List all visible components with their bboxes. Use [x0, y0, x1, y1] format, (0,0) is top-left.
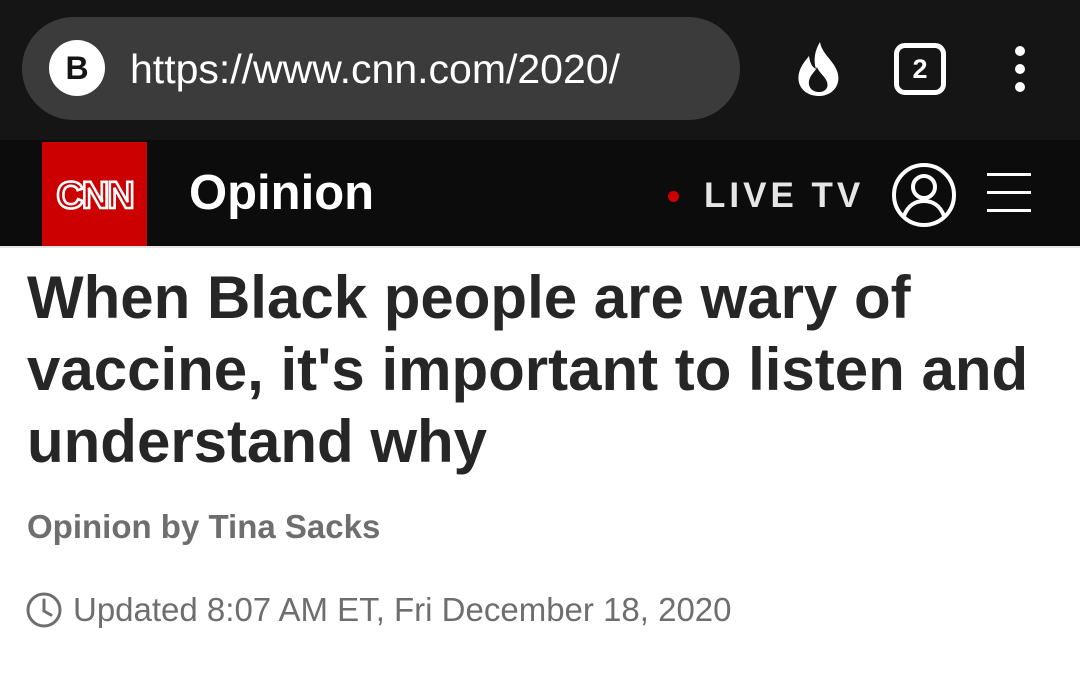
- live-tv-label: LIVE TV: [704, 176, 865, 215]
- address-bar[interactable]: B https://www.cnn.com/2020/: [22, 17, 740, 120]
- article-timestamp: Updated 8:07 AM ET, Fri December 18, 202…: [25, 589, 732, 631]
- menu-icon[interactable]: [985, 170, 1033, 216]
- section-title[interactable]: Opinion: [189, 164, 374, 222]
- live-indicator-dot: [668, 190, 679, 202]
- clock-icon: [26, 592, 62, 628]
- tab-switcher-button[interactable]: 2: [894, 43, 946, 95]
- browser-toolbar: B https://www.cnn.com/2020/ 2: [0, 0, 1080, 140]
- fire-icon[interactable]: [793, 40, 845, 98]
- article-byline[interactable]: Opinion by Tina Sacks: [27, 507, 380, 547]
- article-headline: When Black people are wary of vaccine, i…: [27, 264, 1029, 475]
- cnn-logo-text: CNN: [56, 175, 132, 217]
- site-badge-icon[interactable]: B: [49, 40, 105, 96]
- more-vertical-icon[interactable]: [1005, 43, 1035, 95]
- url-text[interactable]: https://www.cnn.com/2020/: [130, 41, 705, 97]
- live-tv-link[interactable]: LIVE TV: [668, 174, 864, 218]
- site-header: CNN Opinion LIVE TV: [0, 140, 1080, 248]
- account-icon[interactable]: [891, 162, 957, 228]
- cnn-logo[interactable]: CNN: [42, 142, 147, 246]
- cnn-logo-mark: CNN: [55, 174, 136, 219]
- updated-text: Updated 8:07 AM ET, Fri December 18, 202…: [73, 591, 732, 628]
